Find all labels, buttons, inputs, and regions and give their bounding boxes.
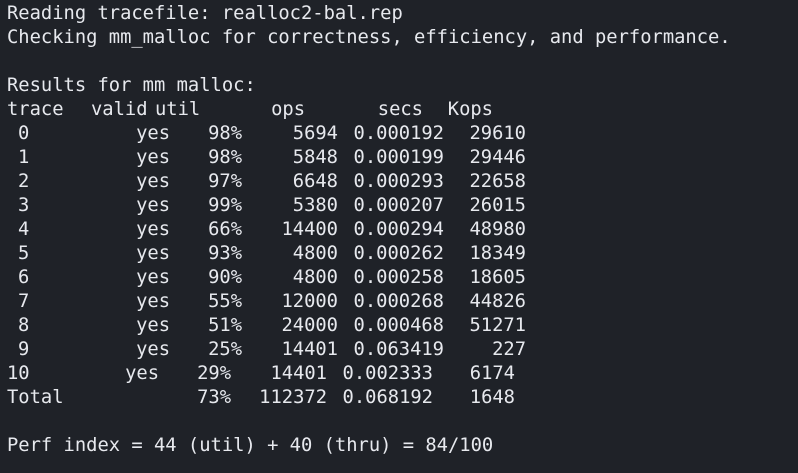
- cell-kops: 51271: [469, 315, 526, 336]
- cell-ops: 5848: [292, 147, 338, 168]
- total-label: Total: [7, 387, 64, 408]
- cell-trace: 2: [18, 171, 30, 192]
- cell-ops: 5380: [292, 195, 338, 216]
- cell-util: 98%: [208, 147, 242, 168]
- cell-secs: 0.002333: [342, 363, 433, 384]
- results-heading: Results for mm malloc:: [7, 75, 256, 96]
- cell-trace: 0: [18, 123, 30, 144]
- cell-ops: 14400: [281, 219, 338, 240]
- cell-secs: 0.063419: [353, 339, 444, 360]
- cell-util: 99%: [208, 195, 242, 216]
- cell-secs: 0.000294: [353, 219, 444, 240]
- cell-secs: 0.000262: [353, 243, 444, 264]
- perf-index-line: Perf index = 44 (util) + 40 (thru) = 84/…: [7, 435, 494, 456]
- cell-kops: 44826: [469, 291, 526, 312]
- table-row: 10 yes 29% 14401 0.002333 6174: [7, 362, 798, 386]
- table-row: 9 yes 25% 14401 0.063419 227: [7, 338, 798, 362]
- total-secs: 0.068192: [342, 387, 433, 408]
- cell-ops: 14401: [281, 339, 338, 360]
- header-ops: ops: [271, 99, 305, 120]
- cell-trace: 4: [18, 219, 30, 240]
- cell-kops: 22658: [469, 171, 526, 192]
- table-total-row: Total 73% 112372 0.068192 1648: [7, 386, 798, 410]
- cell-secs: 0.000192: [353, 123, 444, 144]
- cell-ops: 4800: [292, 243, 338, 264]
- cell-valid: yes: [136, 195, 170, 216]
- total-valid: [111, 386, 159, 410]
- checking-line: Checking mm_malloc for correctness, effi…: [7, 27, 731, 48]
- cell-kops: 26015: [469, 195, 526, 216]
- cell-trace: 3: [18, 195, 30, 216]
- cell-trace: 1: [18, 147, 30, 168]
- cell-valid: yes: [136, 219, 170, 240]
- cell-util: 29%: [197, 363, 231, 384]
- cell-secs: 0.000199: [353, 147, 444, 168]
- cell-kops: 29446: [469, 147, 526, 168]
- table-row: 7 yes 55% 12000 0.000268 44826: [7, 290, 798, 314]
- cell-ops: 5694: [292, 123, 338, 144]
- cell-ops: 4800: [292, 267, 338, 288]
- results-table-body: 0 yes 98% 5694 0.000192 29610 1 yes 98% 5848 0.000…: [7, 122, 798, 386]
- cell-util: 93%: [208, 243, 242, 264]
- cell-util: 98%: [208, 123, 242, 144]
- table-row: 3 yes 99% 5380 0.000207 26015: [7, 194, 798, 218]
- cell-util: 66%: [208, 219, 242, 240]
- total-util: 73%: [197, 387, 231, 408]
- cell-trace: 8: [18, 315, 30, 336]
- cell-valid: yes: [136, 267, 170, 288]
- cell-valid: yes: [136, 243, 170, 264]
- table-row: 6 yes 90% 4800 0.000258 18605: [7, 266, 798, 290]
- cell-valid: yes: [136, 171, 170, 192]
- table-row: 1 yes 98% 5848 0.000199 29446: [7, 146, 798, 170]
- cell-util: 90%: [208, 267, 242, 288]
- cell-util: 55%: [208, 291, 242, 312]
- cell-ops: 14401: [270, 363, 327, 384]
- cell-valid: yes: [136, 123, 170, 144]
- reading-tracefile-line: Reading tracefile: realloc2-bal.rep: [7, 3, 403, 24]
- cell-valid: yes: [136, 339, 170, 360]
- cell-ops: 24000: [281, 315, 338, 336]
- cell-valid: yes: [136, 315, 170, 336]
- cell-trace: 6: [18, 267, 30, 288]
- cell-secs: 0.000268: [353, 291, 444, 312]
- terminal-output[interactable]: Reading tracefile: realloc2-bal.rep Chec…: [0, 0, 798, 473]
- cell-valid: yes: [136, 147, 170, 168]
- table-row: 8 yes 51% 24000 0.000468 51271: [7, 314, 798, 338]
- cell-kops: 18605: [469, 267, 526, 288]
- cell-secs: 0.000468: [353, 315, 444, 336]
- cell-ops: 12000: [281, 291, 338, 312]
- cell-kops: 6174: [469, 363, 515, 384]
- table-row: 5 yes 93% 4800 0.000262 18349: [7, 242, 798, 266]
- cell-ops: 6648: [292, 171, 338, 192]
- cell-valid: yes: [125, 363, 159, 384]
- cell-trace: 9: [18, 339, 30, 360]
- cell-util: 97%: [208, 171, 242, 192]
- cell-kops: 227: [492, 339, 526, 360]
- total-kops: 1648: [469, 387, 515, 408]
- cell-secs: 0.000293: [353, 171, 444, 192]
- table-row: 4 yes 66% 14400 0.000294 48980: [7, 218, 798, 242]
- cell-kops: 48980: [469, 219, 526, 240]
- cell-kops: 18349: [469, 243, 526, 264]
- cell-secs: 0.000258: [353, 267, 444, 288]
- table-row: 0 yes 98% 5694 0.000192 29610: [7, 122, 798, 146]
- table-header-row: trace valid util ops secs Kops: [7, 98, 798, 122]
- cell-trace: 10: [7, 363, 30, 384]
- cell-valid: yes: [136, 291, 170, 312]
- header-valid: valid: [91, 99, 148, 120]
- header-util: util: [155, 99, 201, 120]
- cell-util: 25%: [208, 339, 242, 360]
- table-row: 2 yes 97% 6648 0.000293 22658: [7, 170, 798, 194]
- cell-util: 51%: [208, 315, 242, 336]
- header-secs: secs: [377, 99, 423, 120]
- cell-secs: 0.000207: [353, 195, 444, 216]
- cell-trace: 5: [18, 243, 30, 264]
- cell-kops: 29610: [469, 123, 526, 144]
- header-kops: Kops: [447, 99, 493, 120]
- cell-trace: 7: [18, 291, 30, 312]
- total-ops: 112372: [259, 387, 327, 408]
